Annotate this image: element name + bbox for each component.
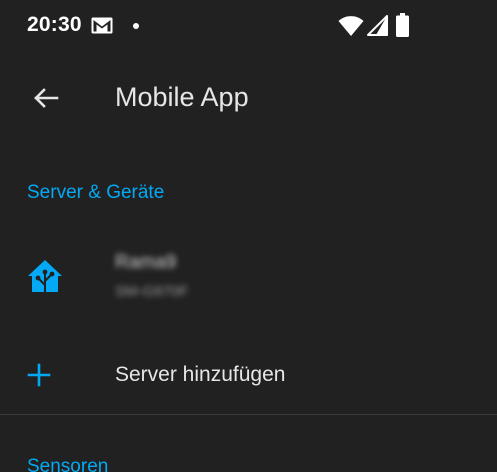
wifi-icon	[338, 16, 364, 36]
home-assistant-icon	[28, 260, 62, 293]
arrow-left-icon	[34, 88, 59, 108]
status-bar: 20:30	[0, 0, 497, 54]
server-device: SM-G970F	[115, 283, 189, 300]
server-list-item[interactable]: Rama9 SM-G970F	[0, 232, 497, 322]
section-header-sensors: Sensoren	[27, 456, 109, 472]
server-name: Rama9	[115, 252, 177, 273]
add-server-item[interactable]: Server hinzufügen	[0, 340, 497, 410]
screen: 20:30 Mobile App Server & Geräte Rama9 S…	[0, 0, 497, 472]
notification-dot-icon	[133, 23, 139, 29]
gmail-icon	[91, 17, 113, 34]
add-server-label: Server hinzufügen	[115, 363, 286, 386]
status-time: 20:30	[27, 13, 82, 36]
app-bar: Mobile App	[0, 54, 497, 144]
divider	[0, 414, 497, 415]
section-header-servers: Server & Geräte	[27, 182, 165, 203]
back-button[interactable]	[22, 74, 70, 122]
battery-icon	[396, 13, 409, 37]
plus-icon	[27, 363, 51, 387]
signal-icon	[367, 15, 388, 36]
page-title: Mobile App	[115, 82, 249, 112]
